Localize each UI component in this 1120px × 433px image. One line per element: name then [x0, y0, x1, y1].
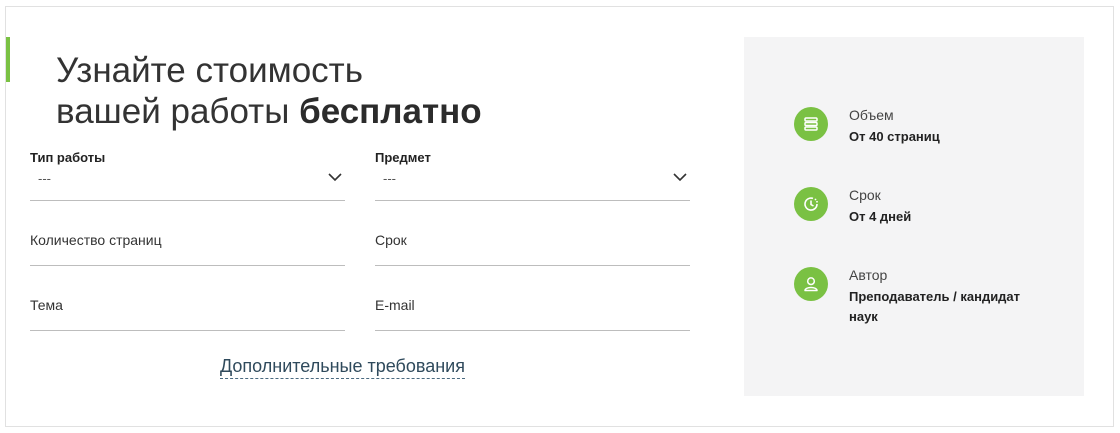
subject-value: --- [383, 171, 396, 186]
info-title: Объем [849, 107, 894, 123]
info-title: Автор [849, 267, 888, 283]
pages-placeholder: Количество страниц [30, 232, 162, 248]
topic-underline [30, 330, 345, 331]
work-type-underline [30, 200, 345, 201]
topic-placeholder: Тема [30, 297, 63, 313]
subject-label: Предмет [375, 150, 431, 165]
deadline-field[interactable]: Срок [375, 232, 690, 267]
deadline-underline [375, 265, 690, 266]
title-bold: бесплатно [299, 92, 482, 131]
pages-field[interactable]: Количество страниц [30, 232, 345, 267]
info-panel: Объем От 40 страниц Срок От 4 дней Автор… [744, 37, 1084, 396]
clock-icon [794, 187, 828, 221]
subject-select[interactable]: Предмет --- [375, 150, 690, 202]
stack-icon [794, 107, 828, 141]
work-type-value: --- [38, 171, 51, 186]
info-value: От 4 дней [849, 209, 912, 224]
topic-field[interactable]: Тема [30, 297, 345, 332]
email-underline [375, 330, 690, 331]
chevron-down-icon [328, 173, 342, 182]
email-field[interactable]: E-mail [375, 297, 690, 332]
subject-underline [375, 200, 690, 201]
chevron-down-icon [673, 173, 687, 182]
email-placeholder: E-mail [375, 297, 415, 313]
page-title: Узнайте стоимость вашей работы бесплатно [56, 50, 696, 132]
pages-underline [30, 265, 345, 266]
info-title: Срок [849, 187, 881, 203]
info-value: Преподаватель / кандидат наук [849, 289, 1021, 324]
work-type-select[interactable]: Тип работы --- [30, 150, 345, 202]
user-icon [794, 267, 828, 301]
info-value: От 40 страниц [849, 129, 940, 144]
extra-requirements-link[interactable]: Дополнительные требования [220, 356, 465, 379]
accent-bar [6, 37, 10, 82]
deadline-placeholder: Срок [375, 232, 407, 248]
title-line-1: Узнайте стоимость [56, 51, 363, 90]
work-type-label: Тип работы [30, 150, 106, 165]
title-line-2: вашей работы [56, 92, 300, 131]
